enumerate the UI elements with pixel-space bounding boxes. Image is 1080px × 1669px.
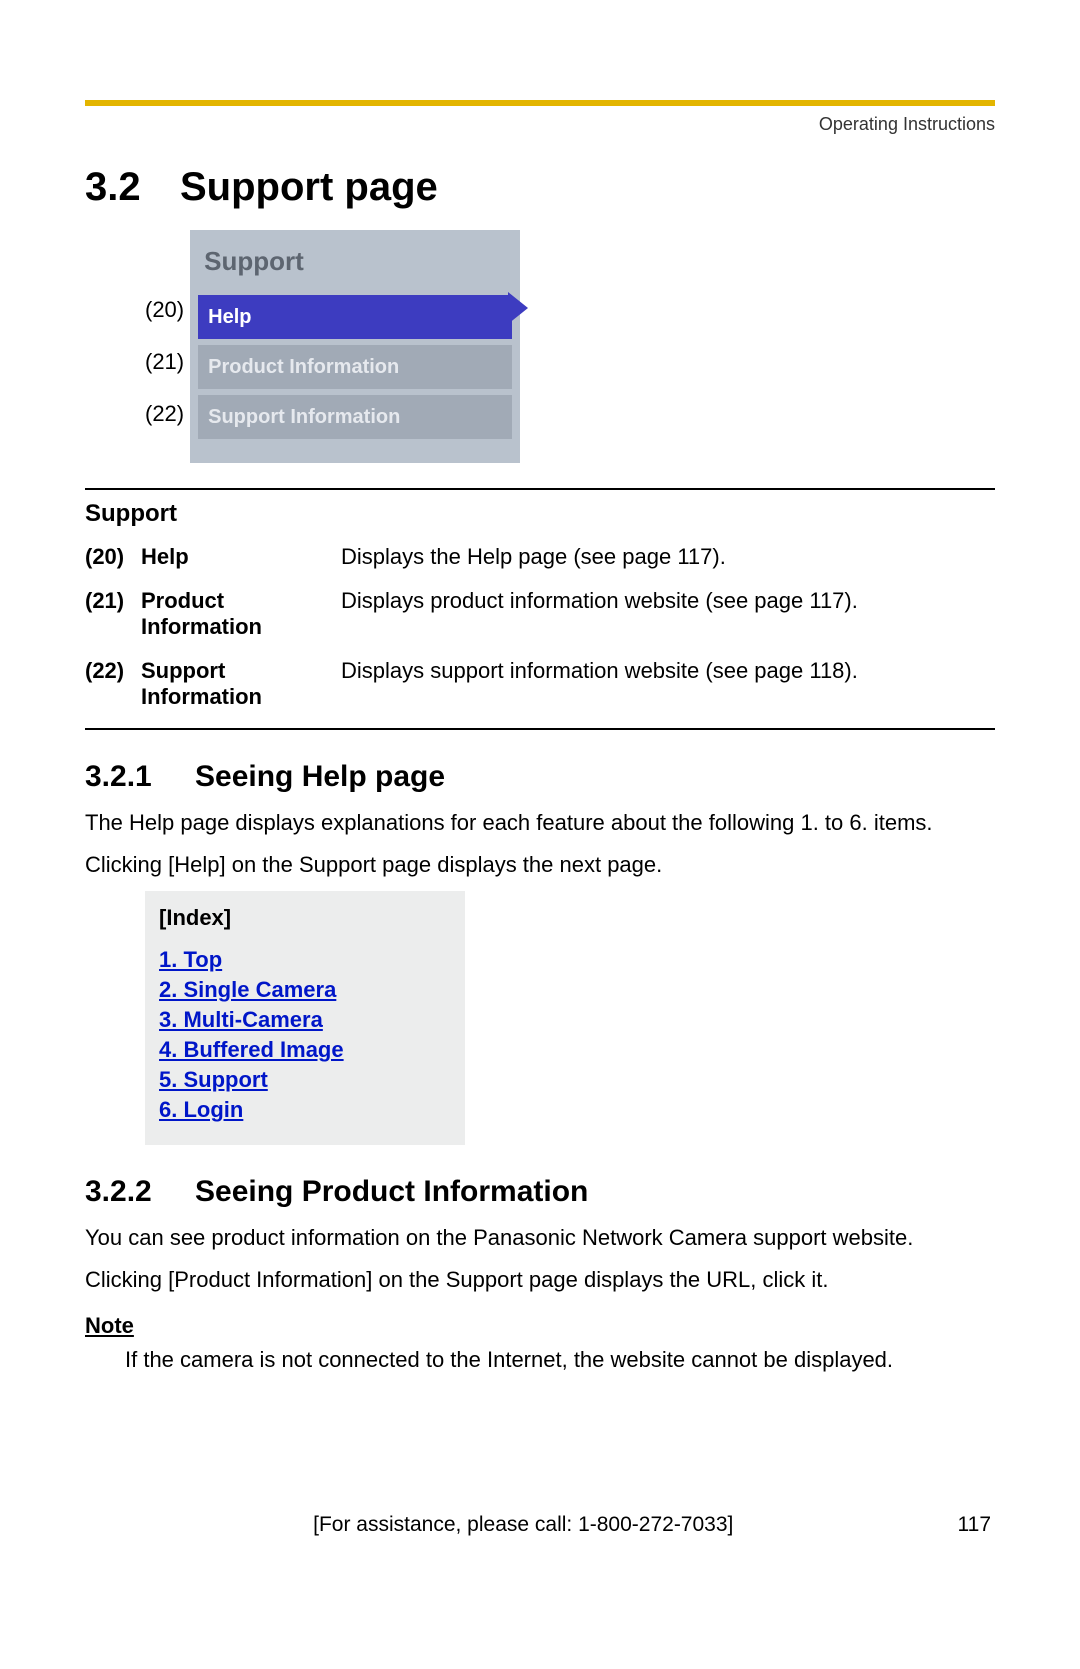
menu-item-support-information[interactable]: Support Information bbox=[198, 395, 512, 439]
defs-heading: Support bbox=[85, 500, 995, 528]
def-term: Product Information bbox=[141, 582, 341, 652]
sub1-p1: The Help page displays explanations for … bbox=[85, 808, 995, 838]
index-link-support[interactable]: 5. Support bbox=[159, 1067, 451, 1093]
sub2-p2: Clicking [Product Information] on the Su… bbox=[85, 1265, 995, 1295]
help-index-box: [Index] 1. Top 2. Single Camera 3. Multi… bbox=[145, 891, 465, 1145]
defs-table: (20) Help Displays the Help page (see pa… bbox=[85, 538, 995, 722]
def-num: (21) bbox=[85, 582, 141, 652]
rule-bottom bbox=[85, 728, 995, 730]
table-row: (20) Help Displays the Help page (see pa… bbox=[85, 538, 995, 582]
header-doc-label: Operating Instructions bbox=[85, 114, 995, 135]
def-term: Support Information bbox=[141, 652, 341, 722]
subhead-3-2-2: 3.2.2Seeing Product Information bbox=[85, 1175, 995, 1209]
def-num: (20) bbox=[85, 538, 141, 582]
top-rule bbox=[85, 100, 995, 106]
menu-arrow-icon bbox=[508, 292, 528, 324]
footer-assist: [For assistance, please call: 1-800-272-… bbox=[89, 1513, 958, 1537]
support-menu-figure: (20) (21) (22) Support Help Product Info… bbox=[145, 230, 995, 463]
def-desc: Displays support information website (se… bbox=[341, 652, 995, 722]
support-menu-title: Support bbox=[198, 240, 512, 289]
table-row: (22) Support Information Displays suppor… bbox=[85, 652, 995, 722]
subhead-3-2-1: 3.2.1Seeing Help page bbox=[85, 760, 995, 794]
def-desc: Displays product information website (se… bbox=[341, 582, 995, 652]
table-row: (21) Product Information Displays produc… bbox=[85, 582, 995, 652]
menu-item-product-information[interactable]: Product Information bbox=[198, 345, 512, 389]
note-label: Note bbox=[85, 1313, 995, 1339]
index-link-multi-camera[interactable]: 3. Multi-Camera bbox=[159, 1007, 451, 1033]
footer-page-number: 117 bbox=[958, 1513, 991, 1537]
section-title: 3.2Support page bbox=[85, 165, 995, 210]
page-footer: [For assistance, please call: 1-800-272-… bbox=[85, 1513, 995, 1537]
sub1-p2: Clicking [Help] on the Support page disp… bbox=[85, 850, 995, 880]
rule-top bbox=[85, 488, 995, 490]
callout-22: (22) bbox=[145, 388, 184, 440]
def-term: Help bbox=[141, 538, 341, 582]
index-link-buffered-image[interactable]: 4. Buffered Image bbox=[159, 1037, 451, 1063]
menu-item-help[interactable]: Help bbox=[198, 295, 512, 339]
def-desc: Displays the Help page (see page 117). bbox=[341, 538, 995, 582]
sub2-p1: You can see product information on the P… bbox=[85, 1223, 995, 1253]
menu-item-support-label: Support Information bbox=[208, 406, 400, 429]
note-body: If the camera is not connected to the In… bbox=[125, 1347, 995, 1373]
menu-item-help-label: Help bbox=[208, 306, 251, 329]
index-link-login[interactable]: 6. Login bbox=[159, 1097, 451, 1123]
def-num: (22) bbox=[85, 652, 141, 722]
section-title-text: Support page bbox=[180, 165, 438, 209]
subhead-number: 3.2.2 bbox=[85, 1175, 195, 1209]
callout-column: (20) (21) (22) bbox=[145, 230, 184, 440]
support-menu-box: Support Help Product Information Support… bbox=[190, 230, 520, 463]
menu-item-product-label: Product Information bbox=[208, 356, 399, 379]
help-index-title: [Index] bbox=[159, 905, 451, 931]
callout-21: (21) bbox=[145, 336, 184, 388]
subhead-title: Seeing Product Information bbox=[195, 1175, 588, 1208]
callout-20: (20) bbox=[145, 284, 184, 336]
section-number: 3.2 bbox=[85, 165, 180, 210]
index-link-top[interactable]: 1. Top bbox=[159, 947, 451, 973]
index-link-single-camera[interactable]: 2. Single Camera bbox=[159, 977, 451, 1003]
subhead-title: Seeing Help page bbox=[195, 760, 445, 793]
subhead-number: 3.2.1 bbox=[85, 760, 195, 794]
